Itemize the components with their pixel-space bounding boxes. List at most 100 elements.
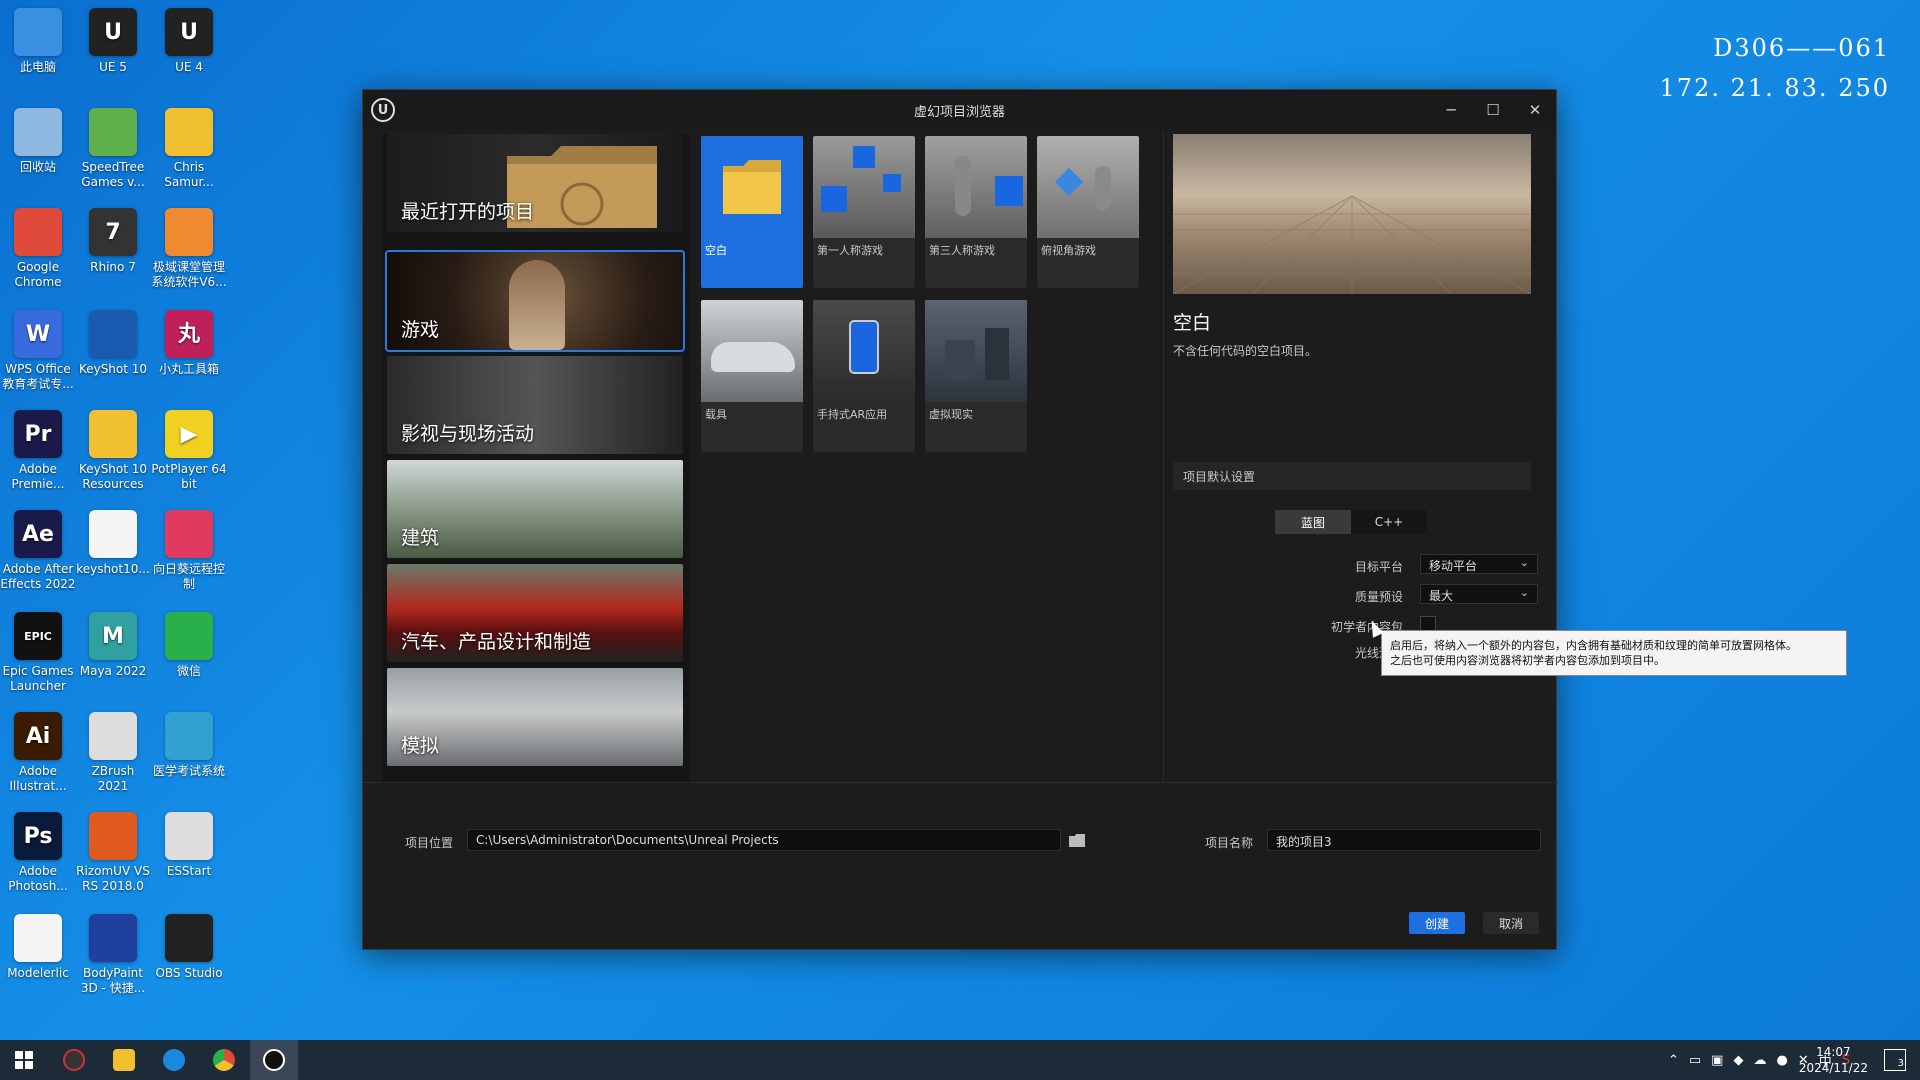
- desktop-shortcut[interactable]: 医学考试系统: [151, 712, 227, 779]
- category-label: 游戏: [401, 319, 440, 341]
- app-icon: [165, 510, 213, 558]
- desktop-shortcut[interactable]: OBS Studio: [151, 914, 227, 981]
- category-simulation[interactable]: 模拟: [387, 668, 683, 766]
- desktop-shortcut[interactable]: BodyPaint 3D - 快捷...: [75, 914, 151, 996]
- desktop-shortcut[interactable]: KeyShot 10: [75, 310, 151, 377]
- desktop-shortcut-label: Chris Samur...: [164, 160, 214, 189]
- desktop-shortcut-label: RizomUV VS RS 2018.0: [76, 864, 150, 893]
- desktop-shortcut[interactable]: 7 Rhino 7: [75, 208, 151, 275]
- maximize-button[interactable]: ☐: [1472, 90, 1514, 130]
- desktop-shortcut[interactable]: 此电脑: [0, 8, 76, 75]
- taskbar-app-edge[interactable]: [150, 1040, 198, 1080]
- setting-label: 目标平台: [1354, 560, 1403, 574]
- desktop-shortcut[interactable]: ZBrush 2021: [75, 712, 151, 794]
- desktop-shortcut[interactable]: M Maya 2022: [75, 612, 151, 679]
- desktop-shortcut[interactable]: RizomUV VS RS 2018.0: [75, 812, 151, 894]
- desktop-shortcut[interactable]: Ae Adobe After Effects 2022: [0, 510, 76, 592]
- template-handheld-ar[interactable]: 手持式AR应用: [813, 300, 915, 452]
- category-label: 汽车、产品设计和制造: [401, 631, 592, 653]
- category-recent-projects[interactable]: 最近打开的项目: [387, 134, 683, 232]
- desktop-shortcut[interactable]: 向日葵远程控制: [151, 510, 227, 592]
- template-third-person[interactable]: 第三人称游戏: [925, 136, 1027, 288]
- desktop-shortcut[interactable]: EPIC Epic Games Launcher: [0, 612, 76, 694]
- desktop-shortcut[interactable]: U UE 5: [75, 8, 151, 75]
- project-name-label: 项目名称: [1205, 836, 1254, 850]
- app-icon: [89, 914, 137, 962]
- tooltip-line: 启用后，将纳入一个额外的内容包，内含拥有基础材质和纹理的简单可放置网格体。: [1390, 639, 1797, 652]
- category-automotive[interactable]: 汽车、产品设计和制造: [387, 564, 683, 662]
- project-location-input[interactable]: C:\Users\Administrator\Documents\Unreal …: [467, 829, 1061, 851]
- desktop-shortcut[interactable]: Ai Adobe Illustrat...: [0, 712, 76, 794]
- desktop-shortcut[interactable]: 回收站: [0, 108, 76, 175]
- taskbar-app-unreal[interactable]: [250, 1040, 298, 1080]
- minimize-button[interactable]: ─: [1430, 90, 1472, 130]
- unreal-icon: [263, 1049, 285, 1071]
- clock-time: 14:07: [1816, 1045, 1851, 1059]
- project-name-input[interactable]: 我的项目3: [1267, 829, 1541, 851]
- footer-divider: [363, 782, 1558, 783]
- desktop-shortcut-label: keyshot10...: [76, 562, 150, 576]
- floor-grid-image: [1173, 195, 1531, 294]
- category-games[interactable]: 游戏: [385, 250, 685, 352]
- browse-folder-icon[interactable]: [1066, 829, 1088, 851]
- cpp-toggle[interactable]: C++: [1351, 510, 1427, 534]
- close-button[interactable]: ✕: [1514, 90, 1556, 130]
- starter-content-tooltip: 启用后，将纳入一个额外的内容包，内含拥有基础材质和纹理的简单可放置网格体。 之后…: [1381, 630, 1847, 676]
- shield-icon[interactable]: ◆: [1733, 1053, 1743, 1068]
- desktop-shortcut-label: PotPlayer 64 bit: [151, 462, 227, 491]
- taskbar-clock[interactable]: 14:07 2024/11/22: [1799, 1044, 1868, 1076]
- taskbar-app-chrome[interactable]: [200, 1040, 248, 1080]
- start-button[interactable]: [0, 1040, 48, 1080]
- desktop-shortcut[interactable]: SpeedTree Games v...: [75, 108, 151, 190]
- desktop-shortcut-label: Maya 2022: [79, 664, 147, 678]
- template-thumb: [925, 136, 1027, 238]
- taskbar-app-recorder[interactable]: [50, 1040, 98, 1080]
- desktop-shortcut[interactable]: keyshot10...: [75, 510, 151, 577]
- blueprint-toggle[interactable]: 蓝图: [1275, 510, 1351, 534]
- desktop-shortcut-label: 回收站: [19, 160, 56, 174]
- desktop-shortcut-label: Rhino 7: [90, 260, 136, 274]
- notification-center-icon[interactable]: 3: [1884, 1049, 1906, 1071]
- desktop-shortcut[interactable]: Pr Adobe Premie...: [0, 410, 76, 492]
- microphone-icon[interactable]: ●: [1776, 1053, 1787, 1068]
- desktop-shortcut[interactable]: W WPS Office 教育考试专...: [0, 310, 76, 392]
- template-top-down[interactable]: 俯视角游戏: [1037, 136, 1139, 288]
- project-defaults-header: 项目默认设置: [1173, 462, 1531, 490]
- create-button[interactable]: 创建: [1409, 912, 1465, 934]
- display-icon[interactable]: ▣: [1711, 1053, 1723, 1068]
- template-blank[interactable]: 空白: [701, 136, 803, 288]
- network-icon[interactable]: ▭: [1689, 1053, 1701, 1068]
- chevron-down-icon: ⌄: [1519, 556, 1529, 569]
- cancel-button[interactable]: 取消: [1483, 912, 1539, 934]
- quality-preset-dropdown[interactable]: 最大 ⌄: [1420, 584, 1538, 604]
- template-first-person[interactable]: 第一人称游戏: [813, 136, 915, 288]
- desktop-shortcut[interactable]: KeyShot 10 Resources: [75, 410, 151, 492]
- desktop-shortcut[interactable]: 丸小丸工具箱: [151, 310, 227, 377]
- desktop-shortcut[interactable]: ▶ PotPlayer 64 bit: [151, 410, 227, 492]
- template-virtual-reality[interactable]: 虚拟现实: [925, 300, 1027, 452]
- setting-label: 质量预设: [1354, 590, 1403, 604]
- chrome-icon: [213, 1049, 235, 1071]
- category-architecture[interactable]: 建筑: [387, 460, 683, 558]
- taskbar-app-explorer[interactable]: [100, 1040, 148, 1080]
- desktop-shortcut-label: OBS Studio: [155, 966, 223, 980]
- desktop-shortcut[interactable]: 微信: [151, 612, 227, 679]
- chevron-up-icon[interactable]: ⌃: [1668, 1053, 1679, 1068]
- desktop-shortcut[interactable]: 极域课堂管理系统软件V6...: [151, 208, 227, 290]
- category-label: 建筑: [401, 527, 440, 549]
- desktop-shortcut[interactable]: Ps Adobe Photosh...: [0, 812, 76, 894]
- desktop-shortcut[interactable]: Chris Samur...: [151, 108, 227, 190]
- target-platform-dropdown[interactable]: 移动平台 ⌄: [1420, 554, 1538, 574]
- window-titlebar[interactable]: U 虚幻项目浏览器 ─ ☐ ✕: [363, 90, 1556, 130]
- desktop-shortcut[interactable]: Modelerlic: [0, 914, 76, 981]
- app-icon: Pr: [14, 410, 62, 458]
- desktop-shortcut[interactable]: U UE 4: [151, 8, 227, 75]
- desktop-shortcut[interactable]: ESStart: [151, 812, 227, 879]
- app-icon: [165, 712, 213, 760]
- desktop-shortcut[interactable]: Google Chrome: [0, 208, 76, 290]
- category-film-live-events[interactable]: 影视与现场活动: [387, 356, 683, 454]
- app-icon: 丸: [165, 310, 213, 358]
- cloud-icon[interactable]: ☁: [1753, 1053, 1766, 1068]
- template-vehicle[interactable]: 载具: [701, 300, 803, 452]
- desktop-shortcut-label: Google Chrome: [14, 260, 62, 289]
